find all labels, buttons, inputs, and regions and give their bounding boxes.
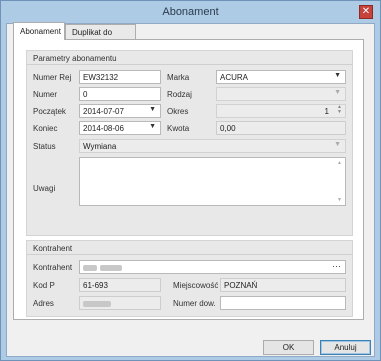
numer-rej-input[interactable]: EW32132 <box>79 70 161 84</box>
redacted-text <box>100 264 122 271</box>
group-kontrahent: Kontrahent Kontrahent ··· Kod P 61-693 M… <box>26 240 353 317</box>
group-header-kontrahent: Kontrahent <box>27 241 352 255</box>
chevron-down-icon[interactable]: ▼ <box>149 123 156 130</box>
chevron-down-icon[interactable]: ▼ <box>334 89 341 96</box>
dialog-window: Abonament ✕ Abonament Duplikat do Parame… <box>0 0 381 361</box>
numer-input[interactable]: 0 <box>79 87 161 101</box>
group-header-parametry: Parametry abonamentu <box>27 51 352 65</box>
close-button[interactable]: ✕ <box>359 5 373 19</box>
rodzaj-select[interactable]: ▼ <box>216 87 346 101</box>
close-icon: ✕ <box>361 6 371 17</box>
okres-label: Okres <box>167 107 189 116</box>
scroll-down-icon[interactable]: ▼ <box>337 197 342 203</box>
uwagi-textarea[interactable]: ▲ ▼ <box>79 157 346 206</box>
marka-label: Marka <box>167 73 190 82</box>
marka-value: ACURA <box>220 73 249 82</box>
group-parametry-abonamentu: Parametry abonamentu Numer Rej EW32132 M… <box>26 50 353 236</box>
numer-label: Numer <box>33 90 58 99</box>
poczatek-date-picker[interactable]: 2014-07-07 ▼ <box>79 104 161 118</box>
redacted-text <box>83 300 111 307</box>
tab-duplikat-do[interactable]: Duplikat do <box>65 24 136 39</box>
tab-panel-abonament: Parametry abonamentu Numer Rej EW32132 M… <box>13 39 364 320</box>
koniec-value: 2014-08-06 <box>83 124 124 133</box>
poczatek-value: 2014-07-07 <box>83 107 124 116</box>
okres-value: 1 <box>324 107 329 116</box>
marka-select[interactable]: ACURA ▼ <box>216 70 346 84</box>
spinner-arrows-icon[interactable]: ▲ ▼ <box>337 105 342 115</box>
kod-p-label: Kod P <box>33 281 55 290</box>
kwota-label: Kwota <box>167 124 190 133</box>
status-value: Wymiana <box>83 142 117 151</box>
window-title: Abonament <box>162 6 219 18</box>
scroll-up-icon[interactable]: ▲ <box>337 160 342 166</box>
poczatek-label: Początek <box>33 107 66 116</box>
adres-label: Adres <box>33 299 54 308</box>
adres-field[interactable] <box>79 296 161 310</box>
kwota-field[interactable]: 0,00 <box>216 121 346 135</box>
kod-p-field[interactable]: 61-693 <box>79 278 161 292</box>
status-label: Status <box>33 142 56 151</box>
chevron-down-icon[interactable]: ▼ <box>334 72 341 79</box>
kontrahent-lookup[interactable]: ··· <box>79 260 346 274</box>
chevron-down-icon[interactable]: ▼ <box>334 141 341 148</box>
redacted-text <box>83 264 97 271</box>
uwagi-label: Uwagi <box>33 184 56 193</box>
okres-spinner[interactable]: 1 ▲ ▼ <box>216 104 346 118</box>
numer-dow-input[interactable] <box>220 296 346 310</box>
chevron-down-icon[interactable]: ▼ <box>149 106 156 113</box>
cancel-button[interactable]: Anuluj <box>320 340 371 355</box>
miejscowosc-label: Miejscowość <box>173 281 219 290</box>
rodzaj-label: Rodzaj <box>167 90 192 99</box>
tab-abonament[interactable]: Abonament <box>13 22 65 40</box>
numer-dow-label: Numer dow. <box>173 299 216 308</box>
ellipsis-icon[interactable]: ··· <box>332 261 341 271</box>
ok-button[interactable]: OK <box>263 340 314 355</box>
kontrahent-label: Kontrahent <box>33 263 73 272</box>
miejscowosc-field[interactable]: POZNAŃ <box>220 278 346 292</box>
numer-rej-label: Numer Rej <box>33 73 72 82</box>
title-bar[interactable]: Abonament ✕ <box>1 1 380 23</box>
status-select[interactable]: Wymiana ▼ <box>79 139 346 153</box>
koniec-date-picker[interactable]: 2014-08-06 ▼ <box>79 121 161 135</box>
koniec-label: Koniec <box>33 124 58 133</box>
